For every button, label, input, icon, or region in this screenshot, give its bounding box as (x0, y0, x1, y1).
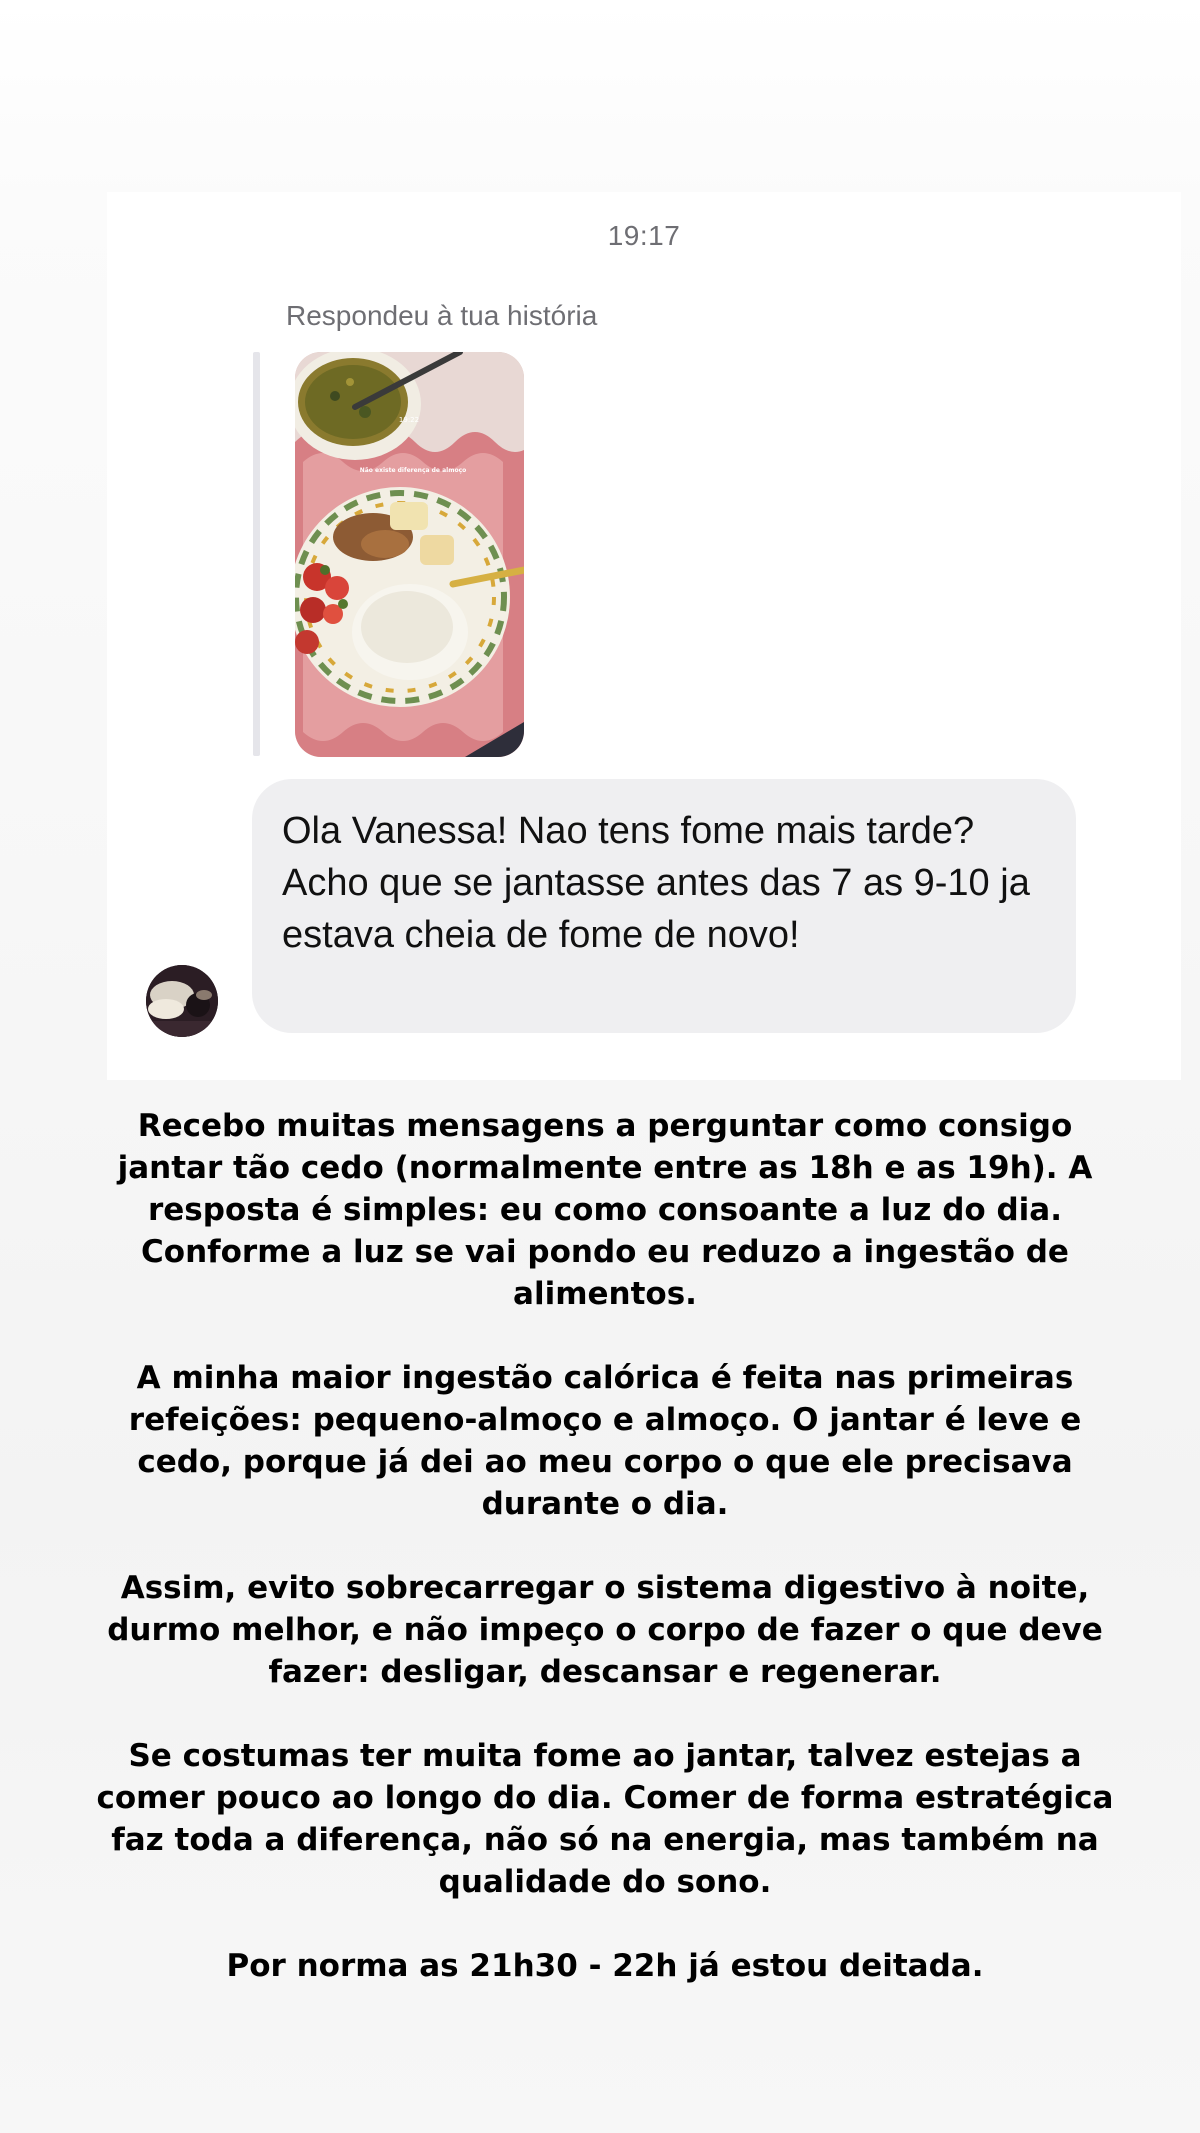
message-timestamp: 19:17 (607, 220, 681, 251)
story-overlay-time: 19:22 (399, 416, 419, 424)
message-bubble[interactable]: Ola Vanessa! Nao tens fome mais tarde? A… (252, 779, 1076, 1033)
caption-paragraph: Recebo muitas mensagens a perguntar como… (117, 1108, 1093, 1312)
caption-paragraph: Assim, evito sobrecarregar o sistema dig… (107, 1570, 1103, 1690)
story-reply-label: Respondeu à tua história (286, 300, 598, 331)
caption-paragraph: Se costumas ter muita fome ao jantar, ta… (96, 1738, 1114, 1900)
sender-avatar[interactable] (146, 965, 218, 1037)
food-plate-image: 19:22 Não existe diferença de almoço (295, 352, 524, 757)
message-text: Ola Vanessa! Nao tens fome mais tarde? A… (282, 810, 1030, 956)
reply-indicator-bar (253, 352, 260, 756)
avatar-image (146, 965, 218, 1037)
direct-message-screenshot: 19:17 Respondeu à tua história 19:22 Não… (107, 192, 1181, 1080)
caption-paragraph: Por norma as 21h30 - 22h já estou deitad… (226, 1948, 984, 1984)
story-overlay-text: Não existe diferença de almoço (360, 467, 467, 474)
story-thumbnail[interactable]: 19:22 Não existe diferença de almoço (295, 352, 524, 757)
story-caption: Recebo muitas mensagens a perguntar como… (90, 1105, 1120, 1987)
caption-paragraph: A minha maior ingestão calórica é feita … (128, 1360, 1082, 1522)
